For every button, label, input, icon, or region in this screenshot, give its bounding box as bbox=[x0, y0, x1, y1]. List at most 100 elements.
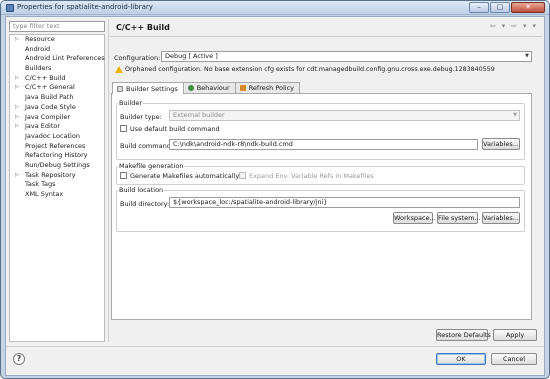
refresh-folder-icon bbox=[239, 85, 246, 91]
help-icon[interactable]: ? bbox=[13, 353, 25, 365]
page-navigation: ⇦ ▾ ⇨ ▾ ▾ bbox=[490, 22, 536, 30]
configuration-warning: Orphaned configuration. No base extensio… bbox=[125, 66, 495, 73]
window-title: Properties for spatialite-android-librar… bbox=[17, 3, 153, 11]
title-separator bbox=[110, 36, 542, 37]
expand-arrow-icon[interactable]: ▷ bbox=[15, 83, 19, 93]
tree-item-label: C/C++ General bbox=[25, 83, 75, 92]
file-system-button[interactable]: File system... bbox=[437, 212, 481, 224]
tree-item-cpp-build[interactable]: ▷ C/C++ Build bbox=[10, 74, 104, 84]
builder-type-label: Builder type: bbox=[120, 113, 162, 121]
tree-item-label: Android Lint Preferences bbox=[25, 54, 105, 63]
generate-makefiles-checkbox[interactable] bbox=[120, 172, 127, 179]
tree-item-java-compiler[interactable]: ▷ Java Compiler bbox=[10, 113, 104, 123]
view-menu-icon[interactable]: ▾ bbox=[532, 22, 536, 30]
configuration-label: Configuration: bbox=[114, 54, 161, 62]
expand-env-refs-label: Expand Env. Variable Refs in Makefiles bbox=[249, 172, 374, 180]
back-icon[interactable]: ⇦ bbox=[490, 22, 496, 30]
tab-label: Behaviour bbox=[196, 84, 230, 92]
builder-type-value: External builder bbox=[173, 111, 225, 119]
behaviour-icon bbox=[187, 85, 194, 91]
expand-arrow-icon[interactable]: ▷ bbox=[15, 103, 19, 113]
tab-builder-settings[interactable]: Builder Settings bbox=[112, 82, 184, 94]
tree-item-android[interactable]: Android bbox=[10, 45, 104, 55]
ok-button[interactable]: OK bbox=[436, 353, 486, 365]
tree-item-refactoring-history[interactable]: Refactoring History bbox=[10, 151, 104, 161]
tree-item-label: Java Editor bbox=[25, 122, 61, 131]
dialog-client-area: type filter text ▷ Resource Android Andro… bbox=[5, 16, 545, 376]
property-page-tree: ▷ Resource Android Android Lint Preferenc… bbox=[9, 34, 105, 342]
builder-settings-panel: Builder Builder type: External builder ▼… bbox=[111, 93, 532, 320]
tree-item-label: Builders bbox=[25, 64, 52, 73]
configuration-select[interactable]: Debug [ Active ] ▼ bbox=[161, 51, 532, 62]
back-menu-icon[interactable]: ▾ bbox=[502, 22, 506, 30]
tree-item-run-debug-settings[interactable]: Run/Debug Settings bbox=[10, 161, 104, 171]
tab-refresh-policy[interactable]: Refresh Policy bbox=[234, 82, 301, 93]
tree-item-label: Android bbox=[25, 44, 51, 53]
workspace-button[interactable]: Workspace... bbox=[393, 212, 436, 224]
tree-item-label: Java Compiler bbox=[25, 112, 71, 121]
tree-item-xml-syntax[interactable]: XML Syntax bbox=[10, 190, 104, 200]
expand-env-refs-checkbox[interactable] bbox=[239, 172, 246, 179]
minimize-button[interactable]: – bbox=[469, 2, 489, 13]
location-variables-button[interactable]: Variables... bbox=[482, 212, 520, 224]
tree-item-cpp-general[interactable]: ▷ C/C++ General bbox=[10, 83, 104, 93]
tree-item-label: C/C++ Build bbox=[25, 73, 66, 82]
settings-page-icon bbox=[117, 85, 123, 92]
build-command-label: Build command: bbox=[120, 142, 174, 150]
build-location-group-title: Build location bbox=[118, 186, 165, 194]
generate-makefiles-label: Generate Makefiles automatically bbox=[130, 172, 240, 180]
tab-label: Builder Settings bbox=[126, 84, 178, 93]
expand-arrow-icon[interactable]: ▷ bbox=[15, 113, 19, 123]
tree-item-java-code-style[interactable]: ▷ Java Code Style bbox=[10, 103, 104, 113]
cancel-button[interactable]: Cancel bbox=[491, 353, 537, 365]
tree-item-label: Javadoc Location bbox=[25, 131, 80, 140]
restore-defaults-button[interactable]: Restore Defaults bbox=[436, 329, 491, 341]
splitter[interactable] bbox=[108, 19, 109, 342]
use-default-build-command-label: Use default build command bbox=[130, 125, 220, 133]
build-command-input[interactable]: C:\ndk\android-ndk-r8\ndk-build.cmd bbox=[169, 139, 478, 150]
eclipse-app-icon bbox=[6, 4, 14, 12]
tab-behaviour[interactable]: Behaviour bbox=[182, 82, 236, 93]
forward-icon[interactable]: ⇨ bbox=[511, 22, 517, 30]
filter-input[interactable]: type filter text bbox=[9, 21, 105, 32]
expand-arrow-icon[interactable]: ▷ bbox=[15, 35, 19, 45]
warning-icon bbox=[115, 66, 123, 73]
tree-item-label: Run/Debug Settings bbox=[25, 160, 90, 169]
expand-arrow-icon[interactable]: ▷ bbox=[15, 122, 19, 132]
tree-item-label: Task Repository bbox=[25, 170, 76, 179]
configuration-value: Debug [ Active ] bbox=[165, 52, 218, 60]
tree-item-task-tags[interactable]: Task Tags bbox=[10, 180, 104, 190]
footer-separator bbox=[6, 346, 544, 347]
tree-item-resource[interactable]: ▷ Resource bbox=[10, 35, 104, 45]
tree-item-project-references[interactable]: Project References bbox=[10, 142, 104, 152]
build-directory-label: Build directory: bbox=[120, 200, 170, 208]
use-default-build-command-checkbox[interactable] bbox=[120, 125, 127, 132]
page-title: C/C++ Build bbox=[116, 23, 170, 32]
tree-item-task-repository[interactable]: ▷ Task Repository bbox=[10, 171, 104, 181]
tab-bar: Builder Settings Behaviour Refresh Polic… bbox=[112, 82, 301, 94]
tree-item-label: Task Tags bbox=[25, 180, 56, 189]
maximize-button[interactable]: □ bbox=[490, 2, 510, 13]
builder-type-select[interactable]: External builder ▼ bbox=[169, 110, 520, 121]
close-button[interactable]: ✕ bbox=[511, 2, 545, 13]
chevron-down-icon: ▼ bbox=[525, 53, 529, 59]
title-bar[interactable]: Properties for spatialite-android-librar… bbox=[1, 1, 549, 15]
makefile-group-title: Makefile generation bbox=[118, 162, 185, 170]
tree-item-builders[interactable]: Builders bbox=[10, 64, 104, 74]
tree-item-label: Refactoring History bbox=[25, 151, 88, 160]
properties-window: Properties for spatialite-android-librar… bbox=[0, 0, 550, 379]
tree-item-label: Resource bbox=[25, 35, 55, 43]
tab-label: Refresh Policy bbox=[248, 84, 295, 92]
tree-item-android-lint[interactable]: Android Lint Preferences bbox=[10, 54, 105, 64]
tree-item-label: XML Syntax bbox=[25, 190, 64, 198]
expand-arrow-icon[interactable]: ▷ bbox=[15, 74, 19, 84]
tree-item-java-build-path[interactable]: Java Build Path bbox=[10, 93, 104, 103]
forward-menu-icon[interactable]: ▾ bbox=[523, 22, 527, 30]
builder-variables-button[interactable]: Variables... bbox=[482, 138, 520, 150]
expand-arrow-icon[interactable]: ▷ bbox=[15, 171, 19, 181]
apply-button[interactable]: Apply bbox=[493, 329, 537, 341]
builder-group-title: Builder bbox=[118, 99, 143, 107]
build-directory-input[interactable]: ${workspace_loc:/spatialite-android-libr… bbox=[169, 197, 520, 208]
tree-item-java-editor[interactable]: ▷ Java Editor bbox=[10, 122, 104, 132]
tree-item-javadoc-location[interactable]: Javadoc Location bbox=[10, 132, 104, 142]
